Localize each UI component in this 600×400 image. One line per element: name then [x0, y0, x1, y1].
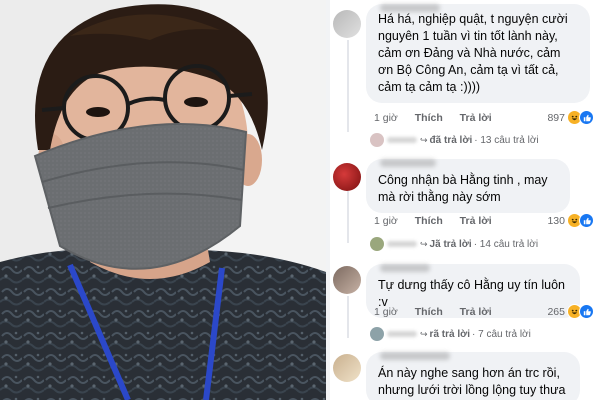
- reply-avatar: [370, 133, 384, 147]
- author-name-blurred[interactable]: [380, 159, 436, 167]
- photo-masked-man: [0, 0, 326, 400]
- comment-bubble: Há há, nghiệp quật, t nguyện cười nguyên…: [366, 4, 590, 103]
- comment-bubble: Án này nghe sang hơn án trc rồi, nhưng l…: [366, 352, 580, 400]
- reply-button[interactable]: Trả lời: [460, 112, 492, 124]
- reply-button[interactable]: Trả lời: [460, 215, 492, 227]
- reply-arrow-icon: ↪: [420, 238, 428, 249]
- comment-item: Án này nghe sang hơn án trc rồi, nhưng l…: [330, 350, 600, 400]
- comment-bubble: Công nhận bà Hằng tinh , may mà rời thằn…: [366, 159, 570, 213]
- comment-actions: 1 giờ Thích Trả lời: [374, 112, 506, 124]
- comment-text: Há há, nghiệp quật, t nguyện cười nguyên…: [378, 12, 568, 94]
- replied-label: Jã trả lời: [429, 238, 472, 250]
- photo-illustration: [0, 0, 326, 400]
- avatar[interactable]: [333, 354, 361, 382]
- reply-arrow-icon: ↪: [420, 134, 428, 145]
- comment-time[interactable]: 1 giờ: [374, 215, 398, 227]
- thread-line: [347, 40, 349, 132]
- like-button[interactable]: Thích: [415, 306, 443, 318]
- avatar[interactable]: [333, 10, 361, 38]
- author-name-blurred[interactable]: [380, 352, 450, 360]
- reaction-summary[interactable]: 130: [547, 213, 594, 228]
- comment-actions: 1 giờ Thích Trả lời: [374, 215, 506, 227]
- replied-label: đã trả lời: [429, 134, 473, 146]
- comment-text: Tự dưng thấy cô Hằng uy tín luôn :v: [378, 278, 565, 309]
- reaction-summary[interactable]: 265: [547, 304, 594, 319]
- reply-count: · 7 câu trả lời: [472, 328, 531, 340]
- avatar[interactable]: [333, 163, 361, 191]
- comment-actions: 1 giờ Thích Trả lời: [374, 306, 506, 318]
- comment-item: Công nhận bà Hằng tinh , may mà rời thằn…: [330, 155, 600, 255]
- comment-item: Há há, nghiệp quật, t nguyện cười nguyên…: [330, 0, 600, 150]
- author-name-blurred[interactable]: [380, 4, 440, 12]
- replies-summary[interactable]: ↪ rã trả lời · 7 câu trả lời: [370, 327, 531, 341]
- comment-text: Án này nghe sang hơn án trc rồi, nhưng l…: [378, 366, 566, 397]
- reaction-count: 897: [547, 111, 565, 124]
- like-icon: [579, 213, 594, 228]
- like-icon: [579, 304, 594, 319]
- comment-time[interactable]: 1 giờ: [374, 306, 398, 318]
- comment-feed[interactable]: Há há, nghiệp quật, t nguyện cười nguyên…: [330, 0, 600, 400]
- like-button[interactable]: Thích: [415, 215, 443, 227]
- reply-author-blurred: [387, 331, 417, 337]
- avatar[interactable]: [333, 266, 361, 294]
- reaction-summary[interactable]: 897: [547, 110, 594, 125]
- comment-item: Tự dưng thấy cô Hằng uy tín luôn :v 1 gi…: [330, 260, 600, 350]
- author-name-blurred[interactable]: [380, 264, 430, 272]
- reply-button[interactable]: Trả lời: [460, 306, 492, 318]
- like-button[interactable]: Thích: [415, 112, 443, 124]
- reply-avatar: [370, 237, 384, 251]
- reaction-count: 130: [547, 214, 565, 227]
- replies-summary[interactable]: ↪ Jã trả lời · 14 câu trả lời: [370, 237, 538, 251]
- reply-author-blurred: [387, 241, 417, 247]
- reply-count: · 13 câu trả lời: [474, 134, 539, 146]
- thread-line: [347, 296, 349, 338]
- reaction-count: 265: [547, 305, 565, 318]
- comment-time[interactable]: 1 giờ: [374, 112, 398, 124]
- comment-text: Công nhận bà Hằng tinh , may mà rời thằn…: [378, 173, 548, 204]
- reply-avatar: [370, 327, 384, 341]
- thread-line: [347, 191, 349, 243]
- reply-count: · 14 câu trả lời: [473, 238, 539, 250]
- reply-author-blurred: [387, 137, 417, 143]
- like-icon: [579, 110, 594, 125]
- reply-arrow-icon: ↪: [420, 328, 428, 339]
- replies-summary[interactable]: ↪ đã trả lời · 13 câu trả lời: [370, 133, 539, 147]
- replied-label: rã trả lời: [429, 328, 471, 340]
